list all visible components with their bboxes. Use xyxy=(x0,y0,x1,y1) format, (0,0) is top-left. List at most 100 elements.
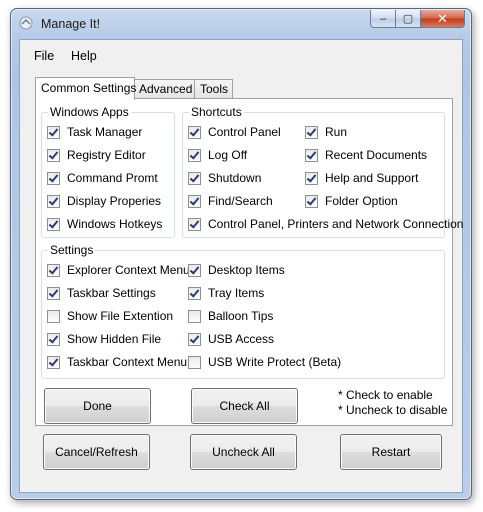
checkbox-box[interactable] xyxy=(305,194,318,208)
checkbox-help-and-support[interactable]: Help and Support xyxy=(305,171,418,185)
checkbox-display-properies[interactable]: Display Properies xyxy=(47,194,161,208)
checkbox-box[interactable] xyxy=(47,309,60,323)
checkbox-balloon-tips[interactable]: Balloon Tips xyxy=(188,309,273,323)
common-settings-panel: Windows Apps Task Manager Registry Edito… xyxy=(35,98,463,426)
checkbox-box[interactable] xyxy=(188,355,201,369)
checkbox-label: Explorer Context Menu xyxy=(67,263,190,277)
checkbox-label: Balloon Tips xyxy=(208,309,274,323)
maximize-button[interactable]: ▢ xyxy=(396,10,421,28)
checkbox-label: Help and Support xyxy=(325,171,419,185)
checkbox-taskbar-settings[interactable]: Taskbar Settings xyxy=(47,286,156,300)
checkbox-label: Desktop Items xyxy=(208,263,285,277)
check-all-button[interactable]: Check All xyxy=(191,388,298,424)
checkbox-box[interactable] xyxy=(47,355,60,369)
checkbox-label: Display Properies xyxy=(67,194,162,208)
checkbox-label: Taskbar Settings xyxy=(67,286,156,300)
checkbox-box[interactable] xyxy=(188,148,201,162)
checkbox-box[interactable] xyxy=(47,171,60,185)
checkbox-label: Shutdown xyxy=(208,171,262,185)
checkbox-folder-option[interactable]: Folder Option xyxy=(305,194,398,208)
checkbox-label: Taskbar Context Menu xyxy=(67,355,188,369)
checkbox-label: Recent Documents xyxy=(325,148,428,162)
checkbox-usb-write-protect[interactable]: USB Write Protect (Beta) xyxy=(188,355,341,369)
checkbox-box[interactable] xyxy=(188,217,201,231)
checkbox-box[interactable] xyxy=(188,263,201,277)
shortcuts-title: Shortcuts xyxy=(189,105,244,119)
checkbox-registry-editor[interactable]: Registry Editor xyxy=(47,148,146,162)
checkbox-label: Task Manager xyxy=(67,125,143,139)
checkbox-box[interactable] xyxy=(305,125,318,139)
checkbox-shutdown[interactable]: Shutdown xyxy=(188,171,261,185)
checkbox-box[interactable] xyxy=(47,332,60,346)
checkbox-box[interactable] xyxy=(47,194,60,208)
checkbox-task-manager[interactable]: Task Manager xyxy=(47,125,142,139)
minimize-button[interactable]: – xyxy=(370,10,396,28)
done-button[interactable]: Done xyxy=(44,388,151,424)
app-icon xyxy=(19,16,33,30)
checkbox-explorer-context-menu[interactable]: Explorer Context Menu xyxy=(47,263,190,277)
checkbox-label: USB Access xyxy=(208,332,275,346)
checkbox-recent-documents[interactable]: Recent Documents xyxy=(305,148,427,162)
checkbox-run[interactable]: Run xyxy=(305,125,347,139)
shortcuts-group: Shortcuts Control Panel Log Off Shutdown… xyxy=(182,105,463,238)
windows-apps-title: Windows Apps xyxy=(48,105,131,119)
uncheck-all-button[interactable]: Uncheck All xyxy=(190,434,297,470)
checkbox-box[interactable] xyxy=(47,125,60,139)
checkbox-desktop-items[interactable]: Desktop Items xyxy=(188,263,285,277)
checkbox-label: Tray Items xyxy=(208,286,265,300)
minimize-icon: – xyxy=(379,12,387,25)
tab-advanced[interactable]: Advanced xyxy=(133,79,196,98)
checkbox-box[interactable] xyxy=(47,217,60,231)
app-window: Manage It! – ▢ ✕ File Help Common Settin… xyxy=(10,8,472,500)
cancel-refresh-button[interactable]: Cancel/Refresh xyxy=(43,434,150,470)
checkbox-usb-access[interactable]: USB Access xyxy=(188,332,274,346)
checkbox-box[interactable] xyxy=(188,125,201,139)
checkbox-box[interactable] xyxy=(47,286,60,300)
tab-tools[interactable]: Tools xyxy=(194,79,233,98)
checkbox-box[interactable] xyxy=(305,148,318,162)
menu-file[interactable]: File xyxy=(34,49,54,63)
settings-title: Settings xyxy=(48,243,96,257)
checkbox-show-hidden-file[interactable]: Show Hidden File xyxy=(47,332,161,346)
checkbox-label: Control Panel, Printers and Network Conn… xyxy=(208,217,464,231)
checkbox-control-panel-printers-network[interactable]: Control Panel, Printers and Network Conn… xyxy=(188,217,463,231)
checkbox-log-off[interactable]: Log Off xyxy=(188,148,247,162)
checkbox-taskbar-context-menu[interactable]: Taskbar Context Menu xyxy=(47,355,187,369)
checkbox-show-file-extention[interactable]: Show File Extention xyxy=(47,309,173,323)
checkbox-box[interactable] xyxy=(188,171,201,185)
checkbox-command-promt[interactable]: Command Promt xyxy=(47,171,158,185)
menu-help[interactable]: Help xyxy=(71,49,97,63)
note-uncheck-disable: * Uncheck to disable xyxy=(338,403,448,417)
checkbox-box[interactable] xyxy=(188,332,201,346)
title-bar[interactable]: Manage It! – ▢ ✕ xyxy=(11,9,471,37)
checkbox-box[interactable] xyxy=(188,309,201,323)
checkbox-box[interactable] xyxy=(47,148,60,162)
close-button[interactable]: ✕ xyxy=(421,10,465,28)
checkbox-box[interactable] xyxy=(188,286,201,300)
checkbox-box[interactable] xyxy=(188,194,201,208)
client-area: File Help Common Settings Advanced Tools… xyxy=(19,39,463,493)
checkbox-label: Control Panel xyxy=(208,125,281,139)
checkbox-label: Registry Editor xyxy=(67,148,146,162)
checkbox-box[interactable] xyxy=(47,263,60,277)
checkbox-box[interactable] xyxy=(305,171,318,185)
close-icon: ✕ xyxy=(437,10,448,26)
restart-button[interactable]: Restart xyxy=(340,434,442,470)
tab-common-settings[interactable]: Common Settings xyxy=(35,77,136,100)
note-check-enable: * Check to enable xyxy=(338,388,433,402)
windows-apps-group: Windows Apps Task Manager Registry Edito… xyxy=(41,105,175,238)
checkbox-label: Show File Extention xyxy=(67,309,174,323)
checkbox-tray-items[interactable]: Tray Items xyxy=(188,286,264,300)
checkbox-label: USB Write Protect (Beta) xyxy=(208,355,342,369)
checkbox-label: Find/Search xyxy=(208,194,273,208)
checkbox-label: Show Hidden File xyxy=(67,332,162,346)
settings-group: Settings Explorer Context Menu Taskbar S… xyxy=(41,243,445,379)
checkbox-control-panel[interactable]: Control Panel xyxy=(188,125,281,139)
menu-bar: File Help xyxy=(20,40,462,70)
maximize-icon: ▢ xyxy=(402,13,414,25)
checkbox-find-search[interactable]: Find/Search xyxy=(188,194,273,208)
checkbox-windows-hotkeys[interactable]: Windows Hotkeys xyxy=(47,217,162,231)
checkbox-label: Run xyxy=(325,125,348,139)
checkbox-label: Windows Hotkeys xyxy=(67,217,163,231)
window-title: Manage It! xyxy=(41,17,101,31)
